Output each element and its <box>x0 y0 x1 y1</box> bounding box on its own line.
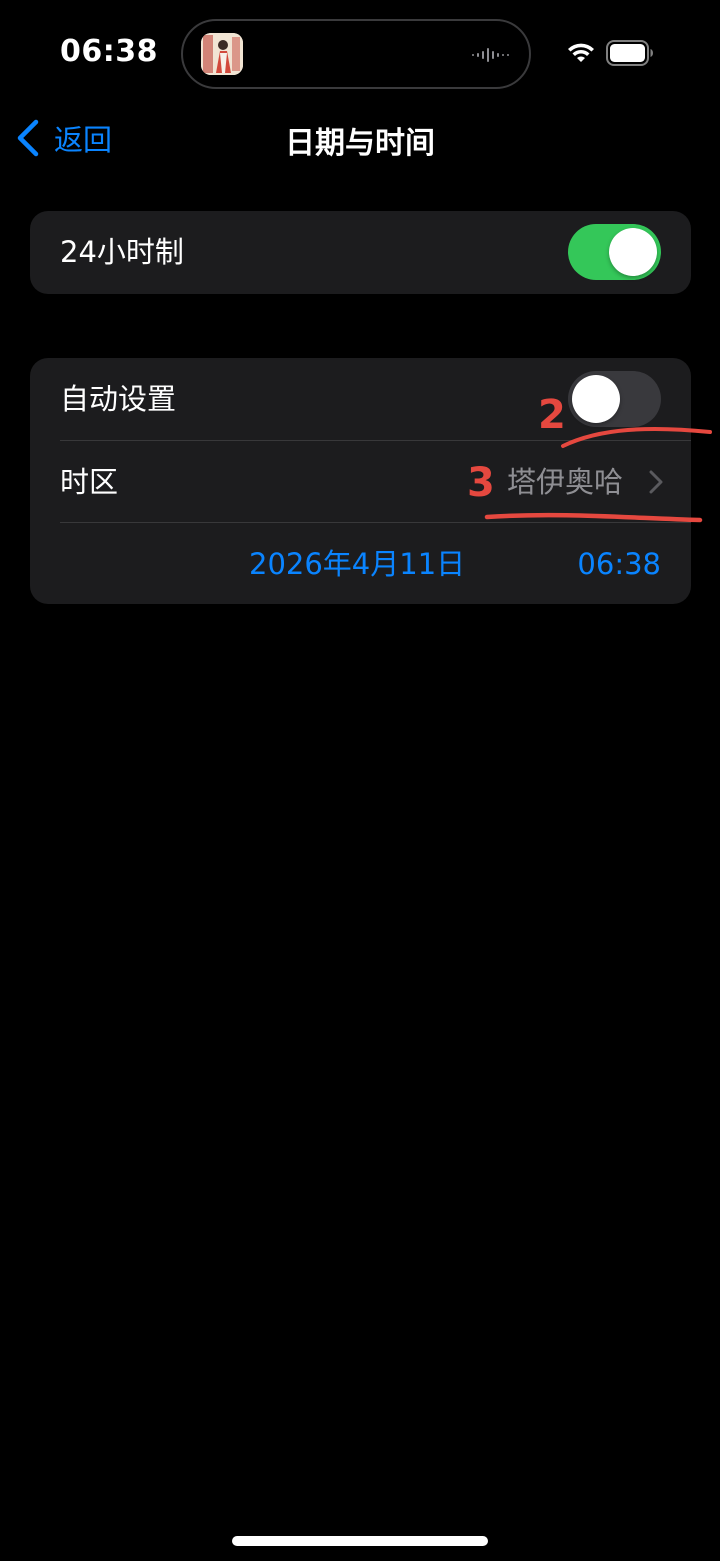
waveform-icon <box>472 48 509 62</box>
time-zone-value: 塔伊奥哈 <box>506 465 623 499</box>
clock-24h-toggle[interactable] <box>568 224 661 280</box>
auto-set-toggle[interactable] <box>568 371 661 427</box>
time-zone-row[interactable]: 时区 塔伊奥哈 <box>30 441 691 523</box>
wifi-icon <box>568 43 594 62</box>
auto-set-row: 自动设置 <box>30 358 691 440</box>
annotation-step-3: 3 <box>467 460 495 506</box>
home-indicator[interactable] <box>232 1536 488 1546</box>
clock-format-group: 24小时制 <box>30 211 691 294</box>
toggle-knob <box>572 375 620 423</box>
status-bar-time: 06:38 <box>60 34 158 69</box>
toggle-knob <box>609 228 657 276</box>
date-time-group: 自动设置 时区 塔伊奥哈 2026年4月11日 06:38 <box>30 358 691 604</box>
date-picker[interactable]: 2026年4月11日 <box>249 523 465 604</box>
time-picker[interactable]: 06:38 <box>577 523 661 604</box>
page-title: 日期与时间 <box>285 126 435 161</box>
annotation-step-2: 2 <box>538 392 566 438</box>
auto-set-label: 自动设置 <box>60 382 177 416</box>
app-thumbnail-icon <box>201 33 243 75</box>
date-time-row: 2026年4月11日 06:38 <box>30 523 691 604</box>
clock-24h-row: 24小时制 <box>30 211 691 293</box>
battery-icon <box>606 40 653 66</box>
chevron-right-icon <box>649 470 663 494</box>
clock-24h-label: 24小时制 <box>60 235 184 269</box>
time-zone-label: 时区 <box>60 465 119 499</box>
dynamic-island[interactable] <box>181 19 531 89</box>
